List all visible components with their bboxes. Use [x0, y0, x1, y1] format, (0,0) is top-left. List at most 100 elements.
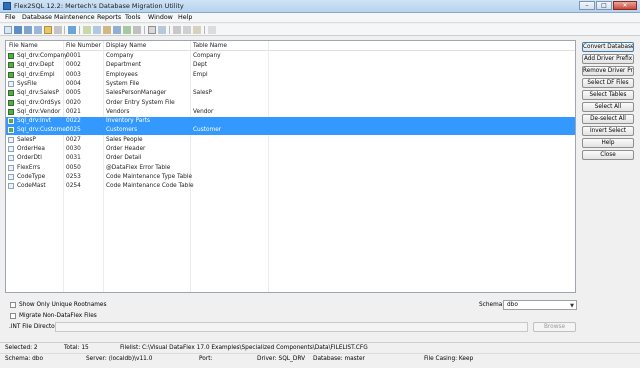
- cell-file: OrderDtl: [17, 155, 42, 162]
- menu-help[interactable]: Help: [178, 14, 192, 21]
- structure-icon[interactable]: [113, 26, 121, 34]
- menu-window[interactable]: Window: [148, 14, 173, 21]
- dropdown-icon[interactable]: [54, 26, 62, 34]
- table-row[interactable]: Sql_drv:Customer 0025 Customers Customer: [6, 126, 575, 136]
- table-row[interactable]: Sql_drv:Invt 0022 Inventory Parts: [6, 117, 575, 127]
- toolbar-separator: [79, 26, 80, 34]
- cell-display: Customers: [106, 127, 138, 134]
- schema-select[interactable]: dbo ▼: [503, 300, 577, 310]
- unique-rootnames-checkbox[interactable]: [10, 302, 16, 308]
- cell-display: Department: [106, 62, 142, 69]
- search-icon[interactable]: [133, 26, 141, 34]
- int-dir-input[interactable]: [55, 322, 528, 332]
- cut-icon[interactable]: [173, 26, 181, 34]
- table-row[interactable]: Sql_drv:Company 0001 Company Company: [6, 52, 575, 61]
- menu-reports[interactable]: Reports: [97, 14, 121, 21]
- cell-table: Customer: [193, 127, 222, 134]
- schema-label: Schema:: [479, 302, 505, 308]
- cell-num: 0004: [66, 80, 81, 87]
- select-df-files-button[interactable]: Select DF Files: [582, 78, 634, 88]
- table-row[interactable]: SysFile 0004 System File: [6, 80, 575, 89]
- list-icon[interactable]: [93, 26, 101, 34]
- app-icon: [3, 2, 11, 10]
- convert-icon[interactable]: [68, 26, 76, 34]
- table-row[interactable]: Sql_drv:OrdSys 0020 Order Entry System Fil…: [6, 99, 575, 108]
- status-bar-bottom: Schema: dbo Server: (localdb)\v11.0 Port…: [0, 353, 640, 364]
- dataflex-file-icon: [8, 183, 14, 190]
- column-header-file-name[interactable]: File Name: [9, 43, 38, 49]
- table-row[interactable]: OrderHea 0030 Order Header: [6, 145, 575, 154]
- db-table-icon: [8, 71, 14, 78]
- database-icon[interactable]: [24, 26, 32, 34]
- cell-num: 0025: [66, 127, 81, 134]
- table-row[interactable]: Sql_drv:Vendor 0021 Vendors Vendor: [6, 108, 575, 117]
- table-row[interactable]: CodeType 0253 Code Maintenance Type Table: [6, 173, 575, 182]
- migrate-non-dataflex-checkbox[interactable]: [10, 313, 16, 319]
- menu-tools[interactable]: Tools: [125, 14, 141, 21]
- select-tables-button[interactable]: Select Tables: [582, 90, 634, 100]
- toolbar-separator: [144, 26, 145, 34]
- dataflex-file-icon: [8, 155, 14, 162]
- table-row[interactable]: Sql_drv:SalesP 0005 SalesPersonManager Sale…: [6, 89, 575, 98]
- deselect-all-button[interactable]: De-select All: [582, 114, 634, 124]
- column-header-table-name[interactable]: Table Name: [193, 43, 227, 49]
- connect-icon[interactable]: [14, 26, 22, 34]
- table-row[interactable]: SalesP 0027 Sales People: [6, 136, 575, 145]
- convert-database-button[interactable]: Convert Database: [582, 42, 634, 52]
- db-table-icon: [8, 62, 14, 69]
- file-list-header: File Name File Number Display Name Table…: [6, 41, 575, 51]
- browse-button[interactable]: Browse: [533, 322, 576, 332]
- cell-display: Sales People: [106, 136, 143, 143]
- folder-icon[interactable]: [44, 26, 52, 34]
- close-window-button[interactable]: ✕: [613, 1, 637, 10]
- select-all-button[interactable]: Select All: [582, 102, 634, 112]
- invert-select-button[interactable]: Invert Select: [582, 126, 634, 136]
- cell-display: Order Header: [106, 146, 146, 152]
- cell-file: Sql_drv:Empl: [17, 71, 55, 78]
- grid-icon[interactable]: [83, 26, 91, 34]
- cell-display: System File: [106, 80, 140, 87]
- properties-icon[interactable]: [148, 26, 156, 34]
- status-port: Port:: [199, 356, 213, 362]
- table-row[interactable]: CodeMast 0254 Code Maintenance Code Table: [6, 182, 575, 191]
- copy-icon[interactable]: [183, 26, 191, 34]
- cell-display: SalesPersonManager: [106, 90, 167, 97]
- cell-num: 0022: [66, 118, 81, 125]
- remove-driver-prefix-button[interactable]: Remove Driver Prefix: [582, 66, 634, 76]
- chevron-down-icon: ▼: [570, 303, 574, 309]
- cell-display: Order Entry System File: [106, 99, 175, 106]
- status-selected: Selected: 2: [5, 345, 38, 351]
- table-row[interactable]: Sql_drv:Dept 0002 Department Dept: [6, 61, 575, 70]
- menu-file[interactable]: File: [5, 14, 16, 21]
- status-file-casing: File Casing: Keep: [424, 356, 474, 362]
- close-button[interactable]: Close: [582, 150, 634, 160]
- cell-file: Sql_drv:Invt: [17, 118, 52, 125]
- table-row[interactable]: Sql_drv:Empl 0003 Employees Empl: [6, 71, 575, 80]
- index-icon[interactable]: [123, 26, 131, 34]
- toolbar: [0, 24, 640, 36]
- cell-display: Inventory Parts: [106, 118, 150, 125]
- report-icon[interactable]: [103, 26, 111, 34]
- cell-num: 0254: [66, 183, 81, 190]
- column-header-file-number[interactable]: File Number: [66, 43, 101, 49]
- help-button[interactable]: Help: [582, 138, 634, 148]
- file-list[interactable]: File Name File Number Display Name Table…: [5, 40, 576, 293]
- title-bar: Flex2SQL 12.2: Mertech's Database Migrat…: [0, 0, 640, 13]
- table-row[interactable]: FlexErrs 0050 @DataFlex Error Table: [6, 164, 575, 173]
- add-driver-prefix-button[interactable]: Add Driver Prefix: [582, 54, 634, 64]
- minimize-button[interactable]: –: [579, 1, 595, 10]
- toolbar-separator: [64, 26, 65, 34]
- menu-maintenence[interactable]: Maintenence: [54, 14, 95, 21]
- menu-database[interactable]: Database: [22, 14, 52, 21]
- new-icon[interactable]: [4, 26, 12, 34]
- column-header-display-name[interactable]: Display Name: [106, 43, 146, 49]
- paste-icon[interactable]: [193, 26, 201, 34]
- table-row[interactable]: OrderDtl 0031 Order Detail: [6, 154, 575, 163]
- db-table-icon: [8, 90, 14, 97]
- compare-icon[interactable]: [158, 26, 166, 34]
- help-icon[interactable]: [208, 26, 216, 34]
- cell-num: 0031: [66, 155, 81, 162]
- maximize-button[interactable]: □: [596, 1, 612, 10]
- table-icon[interactable]: [34, 26, 42, 34]
- cell-display: Code Maintenance Code Table: [106, 183, 194, 190]
